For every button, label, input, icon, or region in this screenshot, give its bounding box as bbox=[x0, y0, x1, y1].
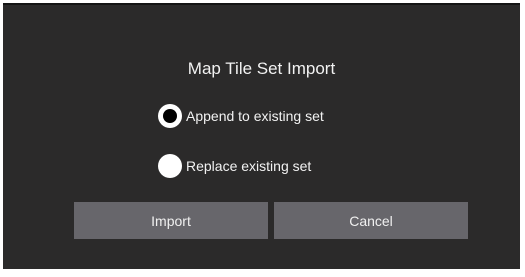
import-button[interactable]: Import bbox=[74, 202, 268, 239]
replace-option[interactable]: Replace existing set bbox=[158, 153, 311, 179]
cancel-button[interactable]: Cancel bbox=[274, 202, 468, 239]
dialog-title: Map Tile Set Import bbox=[187, 59, 336, 78]
append-option[interactable]: Append to existing set bbox=[158, 103, 324, 129]
append-option-label: Append to existing set bbox=[186, 108, 324, 124]
replace-radio-button[interactable] bbox=[158, 154, 182, 178]
replace-option-label: Replace existing set bbox=[186, 158, 312, 174]
append-radio-button[interactable] bbox=[158, 104, 182, 128]
import-dialog: Map Tile Set Import Append to existing s… bbox=[3, 3, 520, 269]
